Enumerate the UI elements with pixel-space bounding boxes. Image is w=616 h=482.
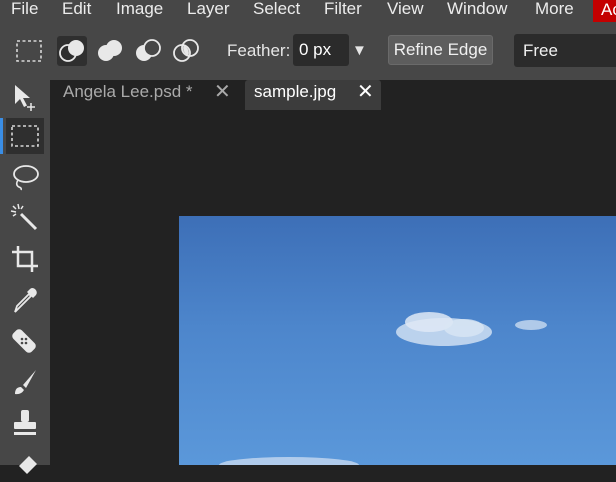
menu-select[interactable]: Select <box>253 0 300 20</box>
sky-clouds <box>219 312 547 465</box>
menu-layer[interactable]: Layer <box>187 0 230 20</box>
eraser-tool-icon[interactable] <box>6 446 44 482</box>
tab-label: sample.jpg <box>254 82 337 101</box>
rectangle-select-tool-icon[interactable] <box>0 118 44 154</box>
menu-bar: File Edit Image Layer Select Filter View… <box>0 0 616 22</box>
menu-view[interactable]: View <box>387 0 424 20</box>
crop-tool-icon[interactable] <box>6 241 44 277</box>
tools-panel <box>0 80 50 474</box>
feather-label: Feather: <box>227 41 291 60</box>
close-icon[interactable]: ✕ <box>214 80 231 104</box>
document-tabs: Angela Lee.psd * ✕ sample.jpg ✕ <box>50 80 616 114</box>
options-bar: Feather: 0 px ▼ Refine Edge Free <box>0 22 616 80</box>
tab-sample[interactable]: sample.jpg ✕ <box>245 80 381 110</box>
selection-mode-select[interactable]: Free <box>514 34 616 67</box>
refine-edge-button[interactable]: Refine Edge <box>388 35 493 65</box>
lasso-tool-icon[interactable] <box>6 159 44 195</box>
feather-dropdown-icon[interactable]: ▼ <box>352 42 367 59</box>
menu-image[interactable]: Image <box>116 0 163 20</box>
canvas-image[interactable] <box>179 216 616 465</box>
add-selection-icon[interactable] <box>95 36 125 66</box>
intersect-selection-icon[interactable] <box>171 36 201 66</box>
close-icon[interactable]: ✕ <box>357 80 374 104</box>
feather-input[interactable]: 0 px <box>293 34 349 66</box>
menu-edit[interactable]: Edit <box>62 0 91 20</box>
healing-brush-tool-icon[interactable] <box>6 323 44 359</box>
eyedropper-tool-icon[interactable] <box>6 282 44 318</box>
subtract-selection-icon[interactable] <box>133 36 163 66</box>
menu-filter[interactable]: Filter <box>324 0 362 20</box>
move-tool-icon[interactable] <box>6 80 44 116</box>
clone-stamp-tool-icon[interactable] <box>6 405 44 441</box>
rectangle-select-icon[interactable] <box>14 36 44 66</box>
menu-window[interactable]: Window <box>447 0 507 20</box>
brush-tool-icon[interactable] <box>6 364 44 400</box>
account-button[interactable]: Ac <box>593 0 616 22</box>
menu-more[interactable]: More <box>535 0 574 20</box>
new-selection-icon[interactable] <box>57 36 87 66</box>
menu-file[interactable]: File <box>11 0 38 20</box>
magic-wand-tool-icon[interactable] <box>6 200 44 236</box>
tab-angela-lee[interactable]: Angela Lee.psd * ✕ <box>50 80 240 110</box>
tab-label: Angela Lee.psd * <box>63 82 193 101</box>
